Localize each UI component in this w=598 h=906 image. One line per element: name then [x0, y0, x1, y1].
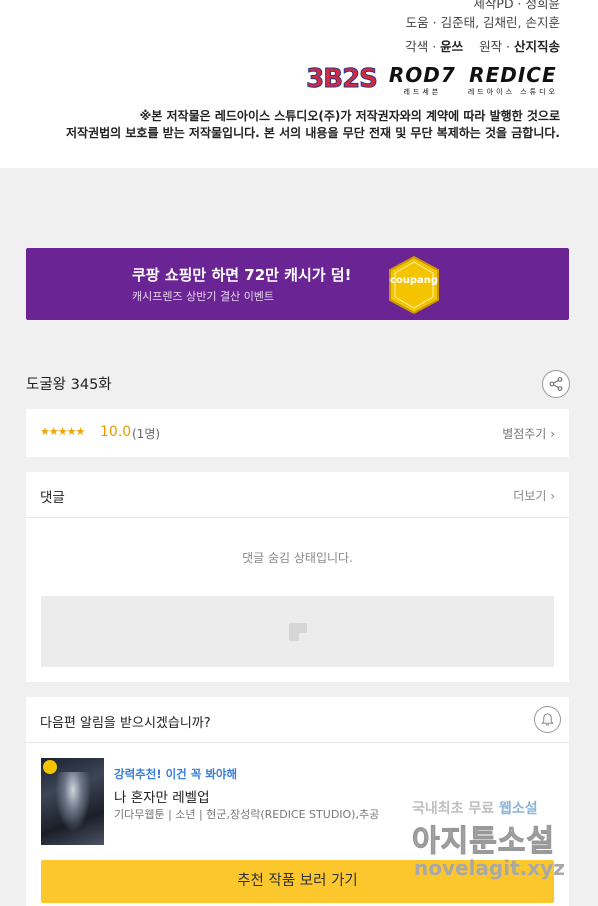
notice-line-1: ※본 저작물은 레드아이스 스튜디오(주)가 저작권자와의 계약에 따라 발행한… — [139, 109, 560, 123]
credit-adaptation-original: 각색 · 윤쓰 원작 · 산지직송 — [405, 36, 560, 55]
notify-header: 다음편 알림을 받으시겠습니까? — [26, 697, 569, 743]
episode-title: 도굴왕 345화 — [26, 377, 112, 393]
copyright-notice: ※본 저작물은 레드아이스 스튜디오(주)가 저작권자와의 계약에 따라 발행한… — [66, 108, 560, 142]
notice-line-2: 저작권법의 보호를 받는 저작물입니다. 본 서의 내용을 무단 전재 및 무단… — [66, 126, 560, 140]
original-value: 산지직송 — [513, 39, 560, 54]
banner-subtitle: 캐시프렌즈 상반기 결산 이벤트 — [132, 290, 275, 303]
more-label: 더보기 — [513, 489, 547, 503]
watermark-line-1: 국내최초 무료 웹소설 — [412, 798, 538, 818]
credit-assistants: 도움 · 김준태, 김채린, 손지훈 — [405, 15, 560, 30]
comments-title: 댓글 — [40, 490, 65, 506]
rating-score: 10.0 — [100, 424, 132, 440]
coupang-coin-icon: coupang — [386, 255, 442, 315]
recommended-title[interactable]: 나 혼자만 레벨업 — [114, 786, 210, 806]
banner-title: 쿠팡 쇼핑만 하면 72만 캐시가 덤! — [132, 266, 352, 284]
watermark-line-3: novelagit.xyz — [414, 856, 565, 880]
logo-rod7-sub: 레드세븐 — [403, 88, 442, 96]
site-watermark: 국내최초 무료 웹소설 아지툰소설 novelagit.xyz — [412, 798, 582, 888]
watermark-line-2: 아지툰소설 — [412, 824, 555, 860]
share-button[interactable] — [542, 370, 570, 398]
share-icon — [549, 377, 563, 391]
recommended-thumbnail[interactable] — [41, 758, 104, 845]
logo-redice-sub: 레드아이스 스튜디오 — [467, 88, 558, 96]
chevron-right-icon: › — [550, 489, 555, 503]
ad-placeholder — [41, 596, 554, 667]
logo-rod7-word: ROD7 — [388, 63, 456, 87]
logo-3b2s: 3B2S — [306, 64, 379, 95]
notify-bell-button[interactable] — [534, 706, 561, 733]
coupang-badge-text: coupang — [389, 275, 439, 286]
recommendation-label: 강력추천! 이건 꼭 봐야해 — [114, 767, 238, 781]
comments-header: 댓글 더보기 › — [26, 472, 569, 518]
bell-icon — [541, 713, 554, 726]
clock-badge-icon — [43, 760, 57, 774]
rate-button[interactable]: 별점주기 › — [502, 425, 555, 442]
watermark-line-1b: 웹소설 — [499, 801, 538, 817]
adaptation-label: 각색 · — [405, 39, 441, 54]
publisher-logos: 3B2S ROD7 레드세븐 REDICE 레드아이스 스튜디오 — [306, 64, 558, 97]
coupang-ad-banner[interactable]: 쿠팡 쇼핑만 하면 72만 캐시가 덤! 캐시프렌즈 상반기 결산 이벤트 co… — [26, 248, 569, 320]
thumbnail-figure — [55, 772, 91, 832]
original-label: 원작 · — [479, 39, 514, 54]
rating-count: (1명) — [132, 427, 161, 441]
comments-card: 댓글 더보기 › 댓글 숨김 상태입니다. — [26, 472, 569, 682]
chevron-right-icon: › — [550, 427, 555, 441]
logo-rod7: ROD7 레드세븐 — [389, 64, 456, 97]
placeholder-image-icon — [289, 623, 307, 641]
rate-button-label: 별점주기 — [502, 427, 547, 441]
credits-section: 제작PD · 정희윤 도움 · 김준태, 김채린, 손지훈 각색 · 윤쓰 원작… — [0, 0, 598, 168]
comments-more-button[interactable]: 더보기 › — [513, 487, 555, 504]
comments-hidden-message: 댓글 숨김 상태입니다. — [242, 551, 353, 565]
rating-card: ★★★★★ 10.0 (1명) 별점주기 › — [26, 409, 569, 457]
credit-producer: 제작PD · 정희윤 — [473, 0, 560, 11]
notify-question: 다음편 알림을 받으시겠습니까? — [40, 716, 211, 731]
recommended-meta: 기다무웹툰 | 소년 | 현군,장성락(REDICE STUDIO),추공 — [114, 808, 380, 821]
star-rating-icon: ★★★★★ — [40, 425, 85, 438]
watermark-line-1a: 국내최초 무료 — [412, 801, 500, 817]
adaptation-value: 윤쓰 — [440, 39, 464, 54]
logo-redice-word: REDICE — [469, 63, 557, 87]
logo-redice: REDICE 레드아이스 스튜디오 — [468, 64, 558, 97]
